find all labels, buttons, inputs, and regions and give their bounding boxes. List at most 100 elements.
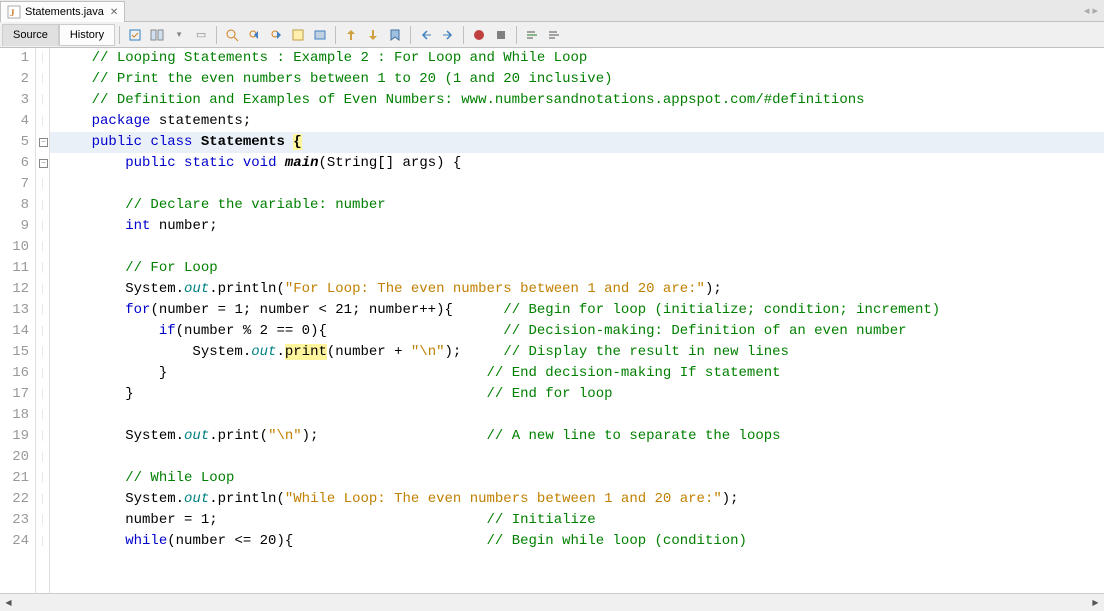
code-line[interactable]: int number; [58,216,1104,237]
line-number: 20 [2,447,29,468]
line-number: 11 [2,258,29,279]
horizontal-scrollbar[interactable]: ◀ ▶ [0,593,1104,610]
code-line[interactable]: System.out.println("While Loop: The even… [58,489,1104,510]
fold-gutter[interactable]: ││││−−││││││││││││││││││ [36,48,50,593]
line-number: 16 [2,363,29,384]
prev-bookmark-icon[interactable] [341,25,361,45]
code-line[interactable]: number = 1; // Initialize [58,510,1104,531]
fold-marker: │ [36,426,49,447]
tab-nav-arrows[interactable]: ◂ ▸ [1084,4,1104,17]
editor-toolbar: Source History ▼ ▭ [0,22,1104,48]
find-next-icon[interactable] [266,25,286,45]
code-line[interactable]: // For Loop [58,258,1104,279]
diff-icon[interactable] [147,25,167,45]
file-tab-statements[interactable]: J Statements.java ✕ [0,1,125,22]
fold-marker: │ [36,384,49,405]
line-number: 14 [2,321,29,342]
code-line[interactable] [58,405,1104,426]
toolbar-separator [463,26,464,44]
fold-marker: │ [36,111,49,132]
tab-source[interactable]: Source [2,24,59,46]
code-line[interactable]: System.out.print("\n"); // A new line to… [58,426,1104,447]
macro-stop-icon[interactable] [491,25,511,45]
line-number: 5 [2,132,29,153]
shift-left-icon[interactable] [416,25,436,45]
close-icon[interactable]: ✕ [110,7,118,18]
code-line[interactable]: package statements; [58,111,1104,132]
code-line[interactable]: // Looping Statements : Example 2 : For … [58,48,1104,69]
line-number: 12 [2,279,29,300]
code-line[interactable] [58,447,1104,468]
fold-marker: │ [36,510,49,531]
tab-history[interactable]: History [59,24,115,46]
fold-marker: │ [36,489,49,510]
fold-marker: │ [36,300,49,321]
line-number: 10 [2,237,29,258]
toolbar-separator [410,26,411,44]
fold-marker[interactable]: − [36,153,49,174]
code-line[interactable]: for(number = 1; number < 21; number++){ … [58,300,1104,321]
find-selection-icon[interactable] [222,25,242,45]
file-tab-label: Statements.java [25,6,104,18]
code-line[interactable] [58,174,1104,195]
code-line[interactable]: // Print the even numbers between 1 to 2… [58,69,1104,90]
code-line[interactable]: while(number <= 20){ // Begin while loop… [58,531,1104,552]
line-number: 7 [2,174,29,195]
fold-marker: │ [36,174,49,195]
fold-marker: │ [36,258,49,279]
line-number: 17 [2,384,29,405]
line-number-gutter: 123456789101112131415161718192021222324 [0,48,36,593]
code-line[interactable]: public static void main(String[] args) { [58,153,1104,174]
code-line[interactable]: // While Loop [58,468,1104,489]
fold-marker: │ [36,468,49,489]
code-line[interactable]: System.out.println("For Loop: The even n… [58,279,1104,300]
code-line[interactable]: } // End decision-making If statement [58,363,1104,384]
line-number: 19 [2,426,29,447]
fold-marker: │ [36,405,49,426]
fold-marker: │ [36,531,49,552]
shift-right-icon[interactable] [438,25,458,45]
toolbar-dropdown-icon[interactable]: ▼ [169,25,189,45]
toolbar-separator [119,26,120,44]
comment-icon[interactable] [522,25,542,45]
line-number: 23 [2,510,29,531]
scroll-right-icon[interactable]: ▶ [1087,594,1104,611]
fold-marker: │ [36,195,49,216]
find-prev-icon[interactable] [244,25,264,45]
code-line[interactable]: System.out.print(number + "\n"); // Disp… [58,342,1104,363]
line-number: 3 [2,90,29,111]
file-tab-bar: J Statements.java ✕ ◂ ▸ [0,0,1104,22]
java-file-icon: J [7,5,21,19]
fold-marker: │ [36,237,49,258]
scroll-left-icon[interactable]: ◀ [0,594,17,611]
code-line[interactable] [58,237,1104,258]
code-line[interactable]: public class Statements { [50,132,1104,153]
uncomment-icon[interactable] [544,25,564,45]
code-line[interactable]: if(number % 2 == 0){ // Decision-making:… [58,321,1104,342]
line-number: 13 [2,300,29,321]
fold-marker[interactable]: − [36,132,49,153]
code-line[interactable]: // Definition and Examples of Even Numbe… [58,90,1104,111]
toggle-rect-icon[interactable] [310,25,330,45]
svg-text:J: J [10,8,15,18]
toggle-bookmark-icon[interactable] [385,25,405,45]
toolbar-separator [216,26,217,44]
line-number: 1 [2,48,29,69]
next-bookmark-icon[interactable] [363,25,383,45]
code-area[interactable]: // Looping Statements : Example 2 : For … [50,48,1104,593]
fold-marker: │ [36,216,49,237]
code-editor[interactable]: 123456789101112131415161718192021222324 … [0,48,1104,593]
fold-marker: │ [36,279,49,300]
line-number: 9 [2,216,29,237]
last-edit-icon[interactable] [125,25,145,45]
code-line[interactable]: // Declare the variable: number [58,195,1104,216]
toggle-highlight-icon[interactable] [288,25,308,45]
fold-marker: │ [36,90,49,111]
scrollbar-track[interactable] [17,594,1087,611]
macro-record-icon[interactable] [469,25,489,45]
code-line[interactable]: } // End for loop [58,384,1104,405]
toolbar-separator [335,26,336,44]
toolbar-slider-icon[interactable]: ▭ [191,25,211,45]
line-number: 8 [2,195,29,216]
fold-marker: │ [36,342,49,363]
